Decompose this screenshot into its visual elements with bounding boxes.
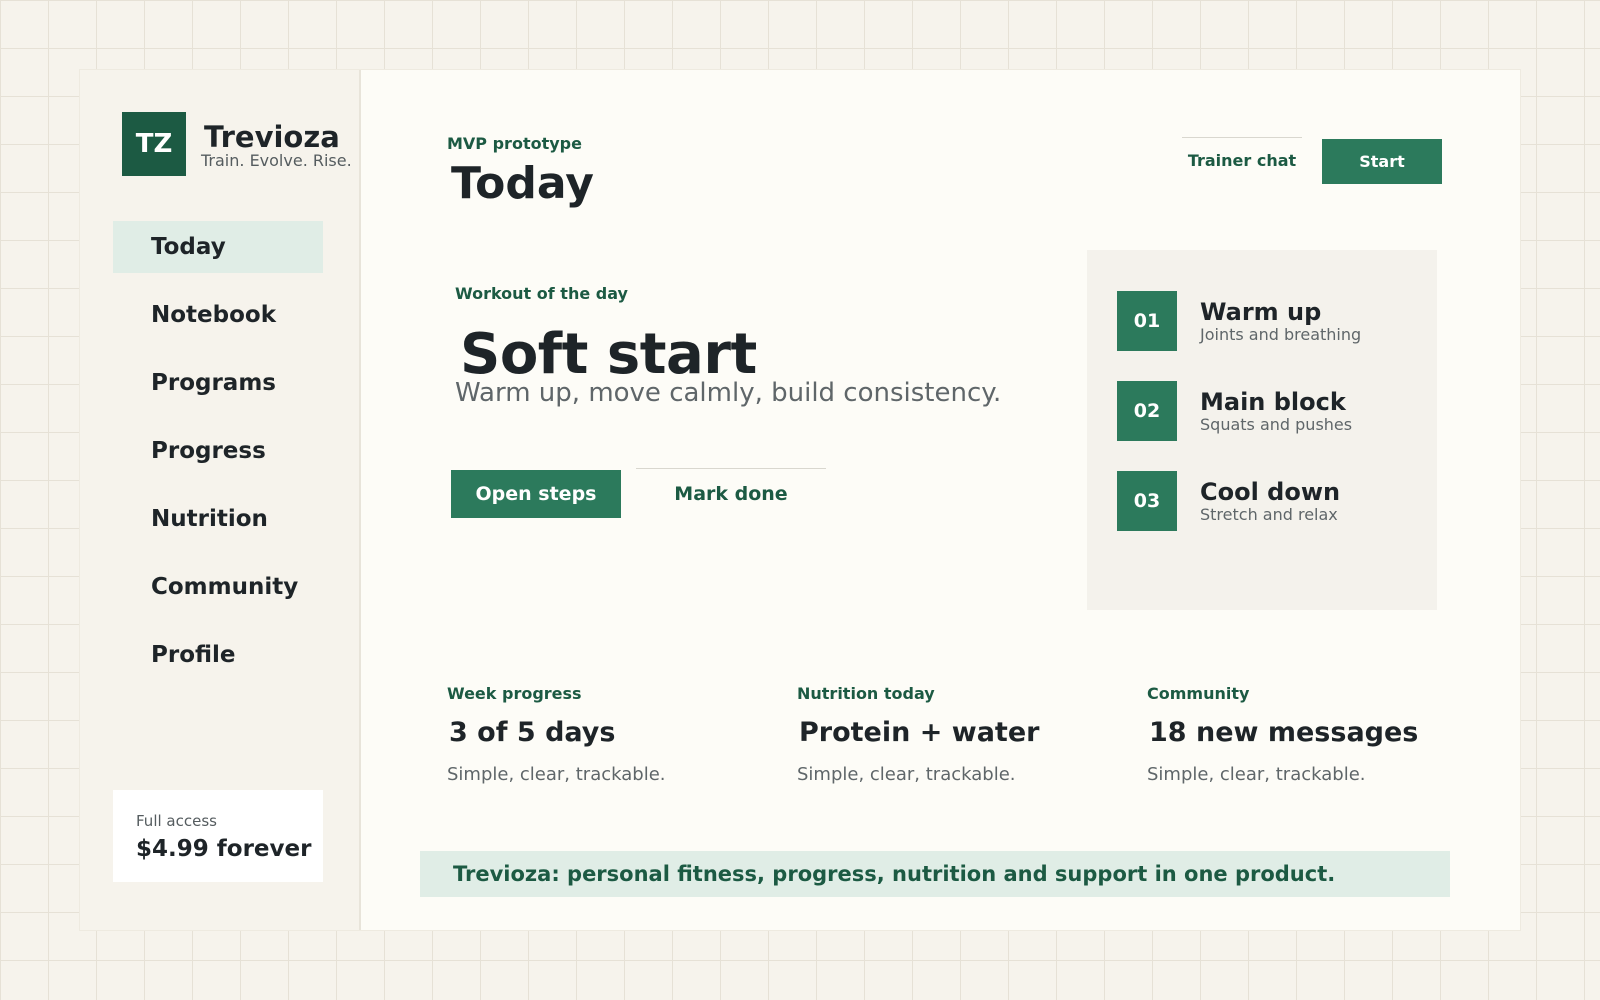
header-eyebrow: MVP prototype [447, 134, 582, 153]
stat-description: Simple, clear, trackable. [797, 764, 1016, 785]
stat-value: Protein + water [799, 717, 1040, 748]
sidebar-item-today[interactable]: Today [113, 221, 323, 273]
trainer-chat-button[interactable]: Trainer chat [1182, 137, 1302, 182]
step-title: Cool down [1200, 477, 1341, 506]
brand-name: Trevioza [204, 120, 340, 154]
main-content: MVP prototype Today Trainer chat Start W… [361, 70, 1520, 930]
app-frame: TZ Trevioza Train. Evolve. Rise. Today N… [80, 70, 1520, 930]
step-title: Main block [1200, 387, 1346, 416]
workout-eyebrow: Workout of the day [455, 284, 628, 303]
stat-community: Community 18 new messages Simple, clear,… [1147, 684, 1467, 785]
product-banner: Trevioza: personal fitness, progress, nu… [420, 851, 1450, 897]
sidebar-item-profile[interactable]: Profile [113, 629, 323, 681]
page-title: Today [451, 158, 594, 209]
stat-nutrition-today: Nutrition today Protein + water Simple, … [797, 684, 1117, 785]
brand: TZ Trevioza Train. Evolve. Rise. [122, 112, 352, 176]
sidebar-item-progress[interactable]: Progress [113, 425, 323, 477]
step-item: 01 Warm up Joints and breathing [1117, 291, 1361, 351]
brand-logo: TZ [122, 112, 186, 176]
open-steps-button[interactable]: Open steps [451, 470, 621, 518]
sidebar-item-programs[interactable]: Programs [113, 357, 323, 409]
pricing-card: Full access $4.99 forever [113, 790, 323, 882]
stat-value: 18 new messages [1149, 717, 1419, 748]
brand-tagline: Train. Evolve. Rise. [201, 151, 352, 170]
sidebar-item-community[interactable]: Community [113, 561, 323, 613]
workout-subtitle: Warm up, move calmly, build consistency. [455, 378, 1002, 408]
sidebar: TZ Trevioza Train. Evolve. Rise. Today N… [80, 70, 361, 930]
step-description: Stretch and relax [1200, 504, 1338, 524]
stat-value: 3 of 5 days [449, 717, 616, 748]
sidebar-item-notebook[interactable]: Notebook [113, 289, 323, 341]
step-number: 01 [1117, 291, 1177, 351]
step-item: 03 Cool down Stretch and relax [1117, 471, 1340, 531]
steps-panel: 01 Warm up Joints and breathing 02 Main … [1087, 250, 1437, 610]
stat-label: Community [1147, 684, 1250, 703]
sidebar-item-nutrition[interactable]: Nutrition [113, 493, 323, 545]
stat-description: Simple, clear, trackable. [447, 764, 666, 785]
stat-description: Simple, clear, trackable. [1147, 764, 1366, 785]
start-button[interactable]: Start [1322, 139, 1442, 184]
sidebar-nav: Today Notebook Programs Progress Nutriti… [113, 221, 323, 697]
step-number: 02 [1117, 381, 1177, 441]
step-description: Joints and breathing [1200, 324, 1362, 344]
step-description: Squats and pushes [1200, 414, 1353, 434]
stat-week-progress: Week progress 3 of 5 days Simple, clear,… [447, 684, 767, 785]
stat-label: Week progress [447, 684, 582, 703]
pricing-label: Full access [136, 812, 217, 830]
step-title: Warm up [1200, 297, 1322, 326]
step-number: 03 [1117, 471, 1177, 531]
stat-label: Nutrition today [797, 684, 935, 703]
pricing-value: $4.99 forever [136, 836, 312, 862]
mark-done-button[interactable]: Mark done [636, 468, 826, 518]
step-item: 02 Main block Squats and pushes [1117, 381, 1352, 441]
